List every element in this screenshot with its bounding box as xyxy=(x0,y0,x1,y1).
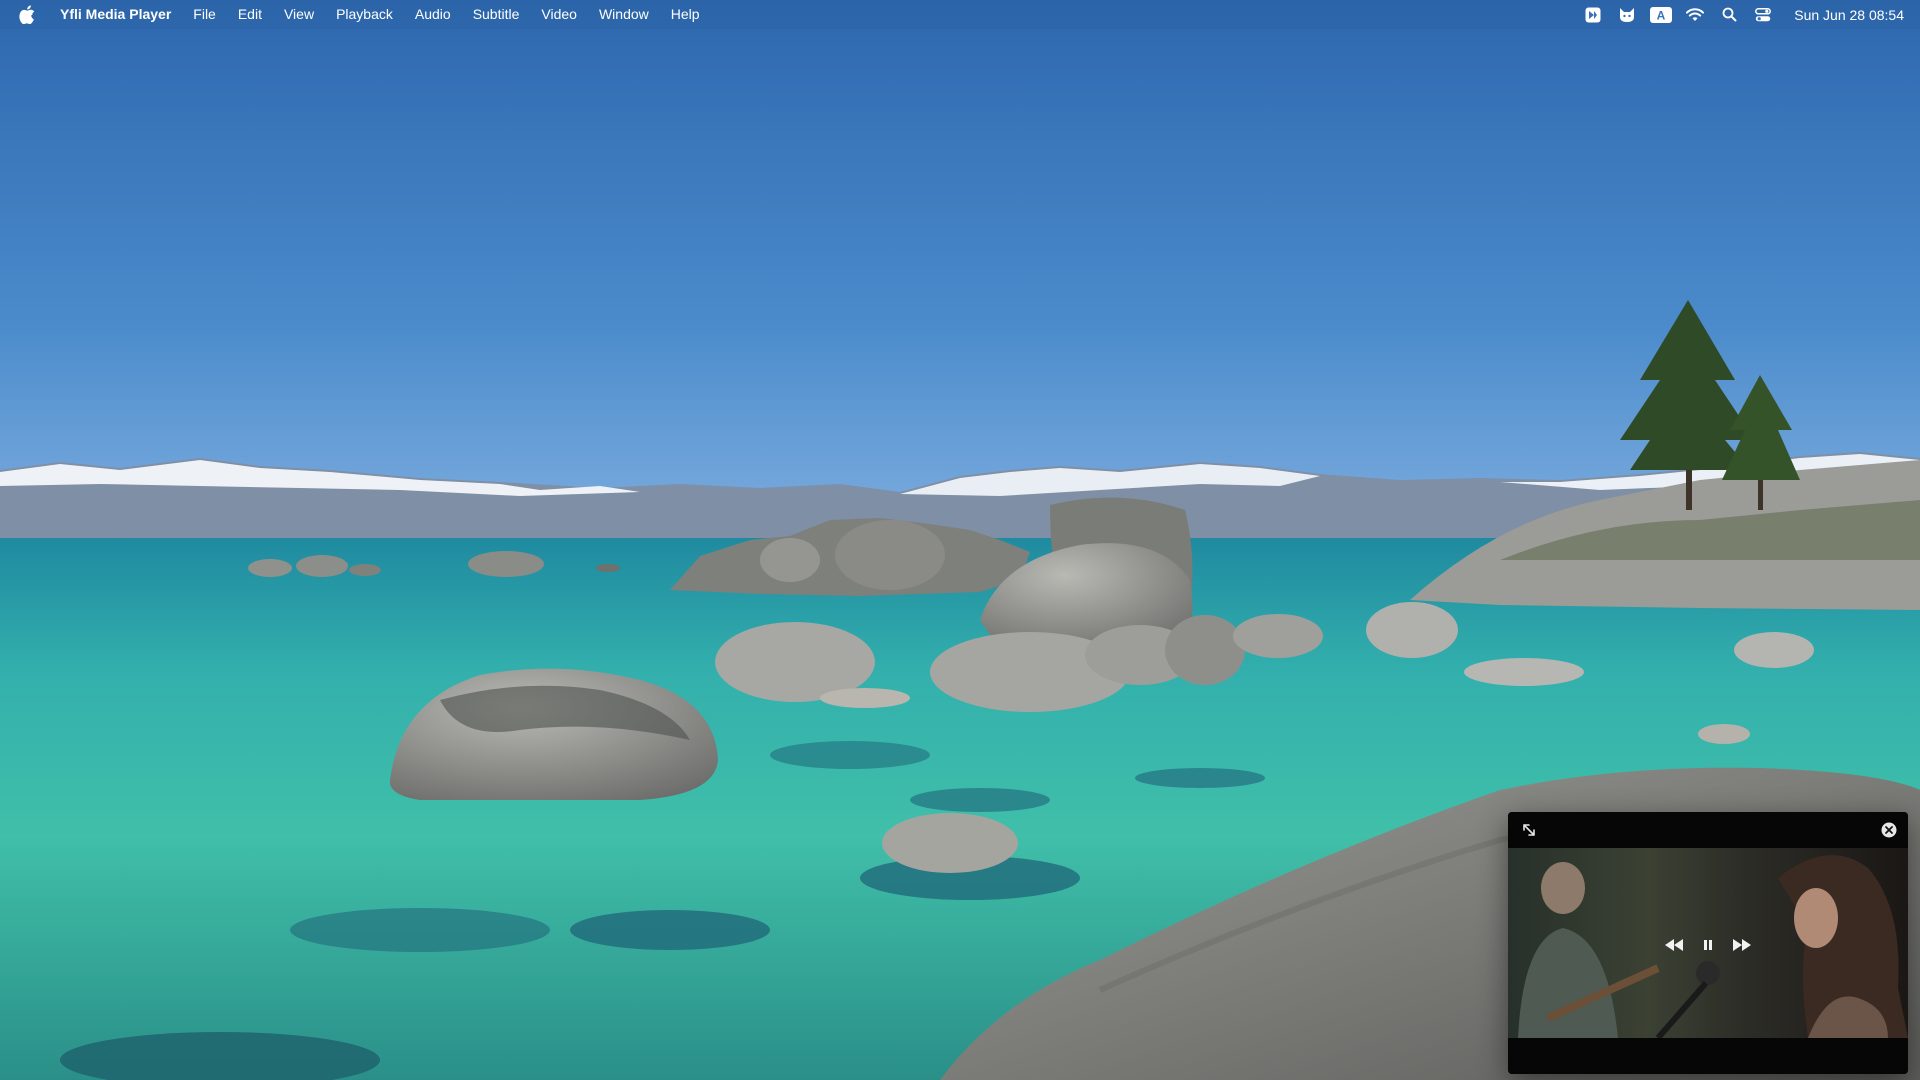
input-source-letter: A xyxy=(1657,8,1666,22)
menu-bar-status-area: A Sun Jun 28 08:54 xyxy=(1576,0,1904,29)
input-source-icon[interactable]: A xyxy=(1644,0,1678,29)
pause-icon[interactable] xyxy=(1696,935,1720,955)
menu-edit[interactable]: Edit xyxy=(227,0,273,29)
menu-subtitle[interactable]: Subtitle xyxy=(462,0,531,29)
menu-app-name[interactable]: Yfli Media Player xyxy=(52,0,182,29)
menu-view[interactable]: View xyxy=(273,0,325,29)
control-center-icon[interactable] xyxy=(1746,0,1780,29)
menu-help[interactable]: Help xyxy=(660,0,711,29)
video-frame[interactable] xyxy=(1508,848,1908,1038)
menu-window[interactable]: Window xyxy=(588,0,660,29)
cat-app-icon[interactable] xyxy=(1610,0,1644,29)
menu-bar: Yfli Media Player File Edit View Playbac… xyxy=(0,0,1920,29)
menu-audio[interactable]: Audio xyxy=(404,0,462,29)
apple-menu-icon[interactable] xyxy=(18,5,36,25)
menu-playback[interactable]: Playback xyxy=(325,0,404,29)
expand-icon[interactable] xyxy=(1520,821,1538,839)
menu-video[interactable]: Video xyxy=(530,0,588,29)
mini-player-footer xyxy=(1508,1038,1908,1074)
spotlight-search-icon[interactable] xyxy=(1712,0,1746,29)
mini-player-titlebar[interactable] xyxy=(1508,812,1908,848)
close-icon[interactable] xyxy=(1880,821,1898,839)
bird-app-icon[interactable] xyxy=(1576,0,1610,29)
menu-file[interactable]: File xyxy=(182,0,227,29)
playback-controls xyxy=(1508,933,1908,957)
wifi-icon[interactable] xyxy=(1678,0,1712,29)
menu-bar-clock[interactable]: Sun Jun 28 08:54 xyxy=(1780,7,1904,23)
mini-player-window[interactable] xyxy=(1508,812,1908,1074)
fast-forward-icon[interactable] xyxy=(1730,935,1754,955)
desktop: Yfli Media Player File Edit View Playbac… xyxy=(0,0,1920,1080)
rewind-icon[interactable] xyxy=(1662,935,1686,955)
